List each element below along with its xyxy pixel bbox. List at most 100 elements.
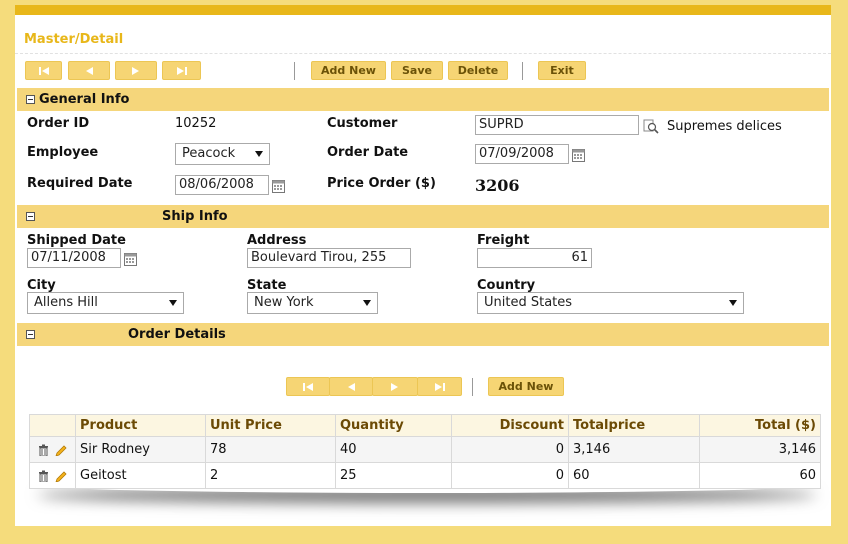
customer-label: Customer (327, 116, 398, 131)
previous-icon (348, 382, 355, 391)
order-id-label: Order ID (27, 116, 90, 131)
previous-record-button[interactable] (68, 61, 110, 80)
detail-previous-button[interactable] (329, 377, 373, 396)
order-details-grid: Product Unit Price Quantity Discount Tot… (29, 414, 821, 489)
toolbar-separator (522, 62, 523, 80)
next-icon (132, 66, 139, 75)
chevron-down-icon (169, 300, 177, 306)
city-label: City (27, 278, 56, 293)
column-header[interactable]: Unit Price (205, 414, 336, 437)
column-header[interactable]: Quantity (335, 414, 452, 437)
master-detail-panel: Master/Detail Add New Save Delete Exit G… (15, 5, 831, 526)
table-row[interactable]: Geitost 2 25 0 60 60 (29, 462, 821, 489)
general-info-header[interactable]: General Info (17, 88, 829, 111)
total-cell: 3,146 (699, 436, 821, 463)
collapse-icon[interactable] (26, 330, 35, 339)
employee-select[interactable]: Peacock (175, 143, 270, 165)
address-field[interactable]: Boulevard Tirou, 255 (247, 248, 411, 268)
calendar-icon[interactable] (124, 253, 137, 266)
first-icon (303, 382, 313, 391)
price-order-value: 3206 (475, 176, 520, 195)
trash-icon[interactable] (38, 470, 49, 482)
employee-value: Peacock (182, 146, 236, 161)
section-title: Ship Info (162, 209, 228, 224)
save-button[interactable]: Save (391, 61, 443, 80)
collapse-icon[interactable] (26, 95, 35, 104)
state-value: New York (254, 295, 314, 310)
country-label: Country (477, 278, 536, 293)
address-label: Address (247, 233, 307, 248)
last-icon (434, 382, 445, 391)
next-icon (391, 382, 398, 391)
totalprice-cell: 60 (568, 462, 700, 489)
delete-button[interactable]: Delete (448, 61, 508, 80)
country-value: United States (484, 295, 573, 310)
country-select[interactable]: United States (477, 292, 744, 314)
product-cell: Sir Rodney (75, 436, 206, 463)
detail-first-button[interactable] (286, 377, 330, 396)
first-icon (38, 66, 49, 75)
detail-last-button[interactable] (417, 377, 462, 396)
customer-name: Supremes delices (667, 119, 782, 134)
freight-label: Freight (477, 233, 530, 248)
title-divider (15, 53, 831, 54)
discount-cell: 0 (451, 436, 569, 463)
chevron-down-icon (363, 300, 371, 306)
state-select[interactable]: New York (247, 292, 378, 314)
unit-price-cell: 2 (205, 462, 336, 489)
search-customer-icon[interactable] (643, 119, 659, 135)
required-date-label: Required Date (27, 176, 133, 191)
order-date-field[interactable]: 07/09/2008 (475, 144, 569, 164)
total-cell: 60 (699, 462, 821, 489)
section-title: Order Details (128, 327, 226, 342)
totalprice-cell: 3,146 (568, 436, 700, 463)
order-details-header[interactable]: Order Details (17, 323, 829, 346)
city-select[interactable]: Allens Hill (27, 292, 184, 314)
order-id-value: 10252 (175, 116, 217, 131)
trash-icon[interactable] (38, 444, 49, 456)
city-value: Allens Hill (34, 295, 98, 310)
order-date-label: Order Date (327, 145, 409, 160)
employee-label: Employee (27, 145, 99, 160)
page-title: Master/Detail (24, 32, 124, 47)
price-order-label: Price Order ($) (327, 176, 436, 191)
quantity-cell: 25 (335, 462, 452, 489)
calendar-icon[interactable] (572, 149, 585, 162)
unit-price-cell: 78 (205, 436, 336, 463)
freight-field[interactable]: 61 (477, 248, 592, 268)
toolbar-separator (472, 378, 473, 396)
column-header[interactable]: Product (75, 414, 206, 437)
state-label: State (247, 278, 287, 293)
column-header[interactable]: Total ($) (699, 414, 821, 437)
collapse-icon[interactable] (26, 212, 35, 221)
pencil-icon[interactable] (55, 470, 67, 482)
detail-add-new-button[interactable]: Add New (488, 377, 564, 396)
shipped-date-field[interactable]: 07/11/2008 (27, 248, 121, 268)
exit-button[interactable]: Exit (538, 61, 586, 80)
column-header[interactable]: Totalprice (568, 414, 700, 437)
toolbar-separator (294, 62, 295, 80)
row-actions (29, 462, 76, 489)
detail-next-button[interactable] (372, 377, 418, 396)
column-header[interactable]: Discount (451, 414, 569, 437)
table-row[interactable]: Sir Rodney 78 40 0 3,146 3,146 (29, 436, 821, 463)
add-new-button[interactable]: Add New (311, 61, 386, 80)
previous-icon (86, 66, 93, 75)
next-record-button[interactable] (115, 61, 157, 80)
row-actions (29, 436, 76, 463)
quantity-cell: 40 (335, 436, 452, 463)
pencil-icon[interactable] (55, 444, 67, 456)
calendar-icon[interactable] (272, 180, 285, 193)
ship-info-header[interactable]: Ship Info (17, 205, 829, 228)
first-record-button[interactable] (25, 61, 62, 80)
shipped-date-label: Shipped Date (27, 233, 126, 248)
last-icon (176, 66, 187, 75)
chevron-down-icon (255, 151, 263, 157)
discount-cell: 0 (451, 462, 569, 489)
product-cell: Geitost (75, 462, 206, 489)
required-date-field[interactable]: 08/06/2008 (175, 175, 269, 195)
customer-code-field[interactable]: SUPRD (475, 115, 639, 135)
section-title: General Info (39, 92, 130, 107)
last-record-button[interactable] (162, 61, 201, 80)
grid-header-row: Product Unit Price Quantity Discount Tot… (29, 414, 821, 437)
